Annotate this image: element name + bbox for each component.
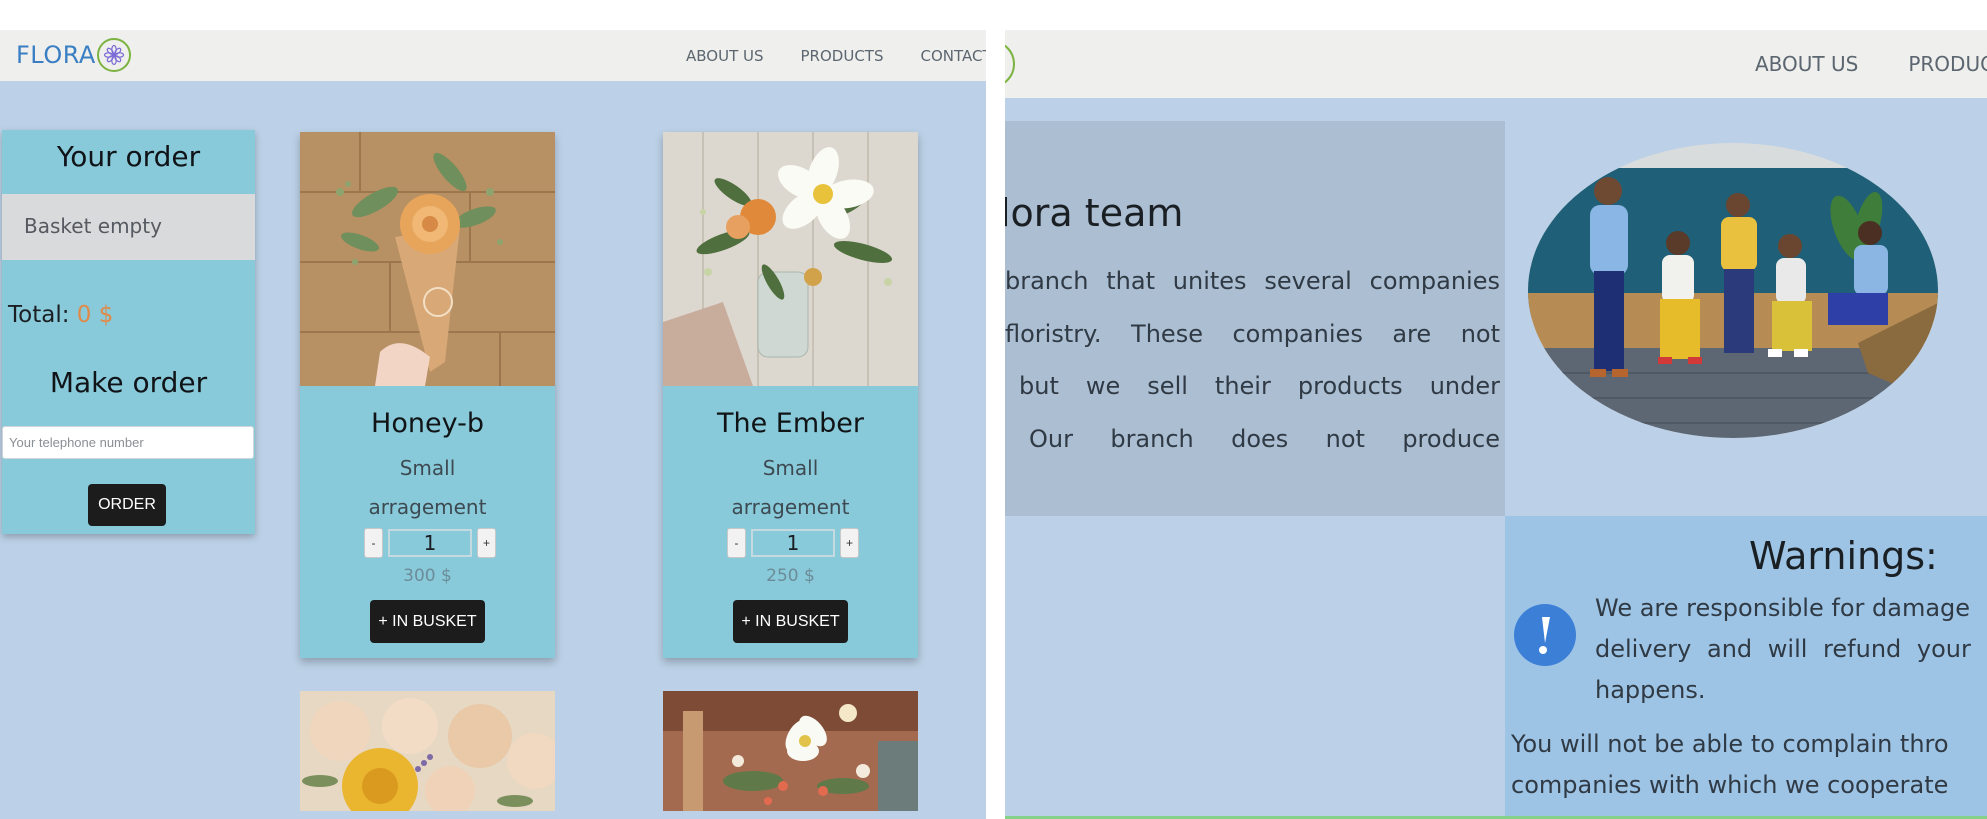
warnings-title: Warnings: bbox=[1749, 534, 1938, 578]
team-text-line: branch that unites several companies bbox=[1005, 267, 1500, 295]
telephone-input[interactable] bbox=[2, 426, 254, 459]
warnings-section: Warnings: We are responsible for damage … bbox=[1505, 516, 1987, 819]
product-name: Honey-b bbox=[371, 408, 484, 439]
team-text-line: Our branch does not produce bbox=[1029, 424, 1500, 453]
team-text-line: but we sell their products under bbox=[1019, 372, 1500, 400]
team-photo bbox=[1528, 143, 1938, 438]
top-navbar: FLORA ABOUT US PRODUCTS CONTACT bbox=[0, 30, 986, 81]
team-section: lora team branch that unites several com… bbox=[1005, 121, 1505, 516]
product-price: 250 $ bbox=[766, 566, 815, 586]
product-price: 300 $ bbox=[403, 566, 452, 586]
basket-area: Basket empty bbox=[2, 194, 255, 260]
product-image bbox=[663, 132, 918, 386]
order-title: Your order bbox=[56, 140, 201, 173]
logo[interactable]: FLORA bbox=[16, 38, 131, 72]
warning-text-line: We are responsible for damage bbox=[1595, 594, 1971, 622]
order-panel: Your order Basket empty Total: 0 $ Make … bbox=[2, 130, 255, 534]
team-title: lora team bbox=[1005, 191, 1184, 235]
logo-circle-icon bbox=[1005, 40, 1015, 88]
product-name: The Ember bbox=[716, 408, 864, 439]
top-navbar: ABOUT US PRODUC bbox=[1005, 30, 1987, 98]
exclamation-icon bbox=[1514, 604, 1576, 666]
increase-button[interactable]: + bbox=[477, 528, 496, 558]
quantity-stepper: - 1 + bbox=[364, 528, 496, 558]
add-to-basket-button[interactable]: + IN BUSKET bbox=[370, 600, 485, 643]
right-screenshot-panel: ABOUT US PRODUC lora team branch that un… bbox=[1005, 30, 1987, 819]
nav-links: ABOUT US PRODUC bbox=[1755, 52, 1987, 76]
warning-text-line: companies with which we cooperate bbox=[1511, 771, 1949, 799]
warning-text-line: You will not be able to complain thro bbox=[1511, 730, 1949, 758]
nav-link-about-us[interactable]: ABOUT US bbox=[1755, 52, 1858, 76]
total-value: 0 $ bbox=[76, 302, 114, 328]
product-size: Small bbox=[762, 456, 819, 480]
team-text-line: floristry. These companies are not bbox=[1005, 319, 1500, 348]
product-image bbox=[300, 132, 555, 386]
total-row: Total: 0 $ bbox=[8, 302, 113, 328]
team-description: branch that unites several companies flo… bbox=[1005, 255, 1500, 465]
quantity-stepper: - 1 + bbox=[727, 528, 859, 558]
nav-link-contact[interactable]: CONTACT bbox=[920, 47, 986, 65]
flower-logo-icon bbox=[96, 38, 131, 72]
increase-button[interactable]: + bbox=[840, 528, 859, 558]
nav-link-about-us[interactable]: ABOUT US bbox=[686, 47, 764, 65]
left-screenshot-panel: FLORA ABOUT US PRODUCTS CONTACT Your ord… bbox=[0, 30, 986, 819]
decrease-button[interactable]: - bbox=[727, 528, 746, 558]
order-button[interactable]: ORDER bbox=[88, 484, 166, 526]
product-description: arragement bbox=[368, 495, 487, 519]
product-image bbox=[663, 691, 918, 811]
product-card: Honey-b Small arragement - 1 + 300 $ + I… bbox=[300, 132, 555, 658]
product-size: Small bbox=[399, 456, 456, 480]
decrease-button[interactable]: - bbox=[364, 528, 383, 558]
product-description: arragement bbox=[731, 495, 850, 519]
basket-empty-text: Basket empty bbox=[24, 214, 162, 238]
make-order-title: Make order bbox=[49, 366, 208, 399]
warning-text-line: happens. bbox=[1595, 676, 1706, 704]
warning-text-line: delivery and will refund your bbox=[1595, 635, 1971, 663]
add-to-basket-button[interactable]: + IN BUSKET bbox=[733, 600, 848, 643]
nav-link-products[interactable]: PRODUC bbox=[1908, 52, 1987, 76]
quantity-field[interactable]: 1 bbox=[388, 529, 472, 557]
product-card: The Ember Small arragement - 1 + 250 $ +… bbox=[663, 132, 918, 658]
nav-link-products[interactable]: PRODUCTS bbox=[801, 47, 884, 65]
total-label: Total: bbox=[8, 302, 70, 328]
product-image bbox=[300, 691, 555, 811]
logo-text: FLORA bbox=[16, 41, 96, 69]
nav-links: ABOUT US PRODUCTS CONTACT bbox=[686, 47, 986, 65]
quantity-field[interactable]: 1 bbox=[751, 529, 835, 557]
